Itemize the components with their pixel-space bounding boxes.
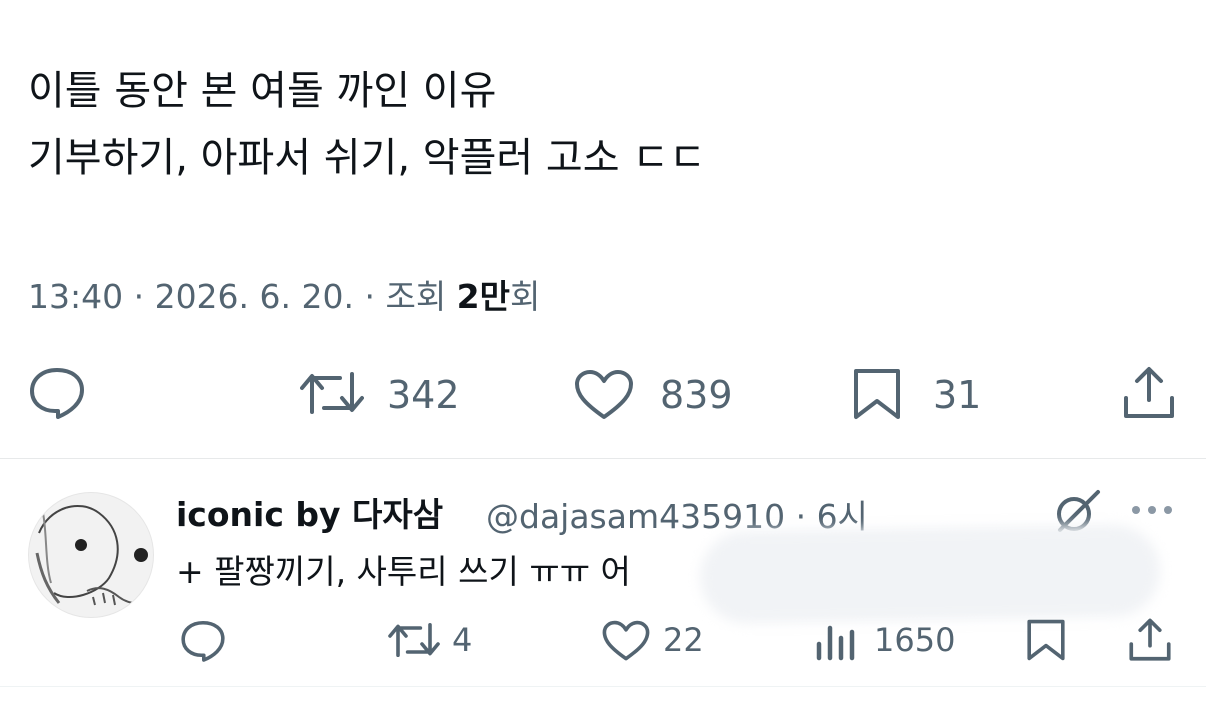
tweet-timestamp[interactable]: 13:40 · 2026. 6. 20. · 조회 xyxy=(28,277,457,316)
like-icon[interactable] xyxy=(602,620,650,662)
redaction-blur xyxy=(699,523,1161,625)
views-icon[interactable] xyxy=(815,620,857,662)
bookmark-count[interactable]: 31 xyxy=(933,376,981,414)
like-count[interactable]: 839 xyxy=(660,376,733,414)
retweet-icon[interactable] xyxy=(300,368,364,418)
tweet-text-line-2: 기부하기, 아파서 쉬기, 악플러 고소 ㄷㄷ xyxy=(28,135,706,181)
tweet-meta: 13:40 · 2026. 6. 20. · 조회 2만회 xyxy=(28,270,540,318)
retweet-icon[interactable] xyxy=(388,620,440,660)
share-icon[interactable] xyxy=(1128,618,1172,662)
bookmark-icon[interactable] xyxy=(1026,618,1066,662)
reply-retweet-count[interactable]: 4 xyxy=(452,624,472,656)
divider xyxy=(0,458,1206,459)
reply-icon[interactable] xyxy=(28,366,86,420)
more-icon[interactable] xyxy=(1130,500,1174,520)
tweet-text-line-1: 이틀 동안 본 여돌 까인 이유 xyxy=(28,68,497,114)
divider xyxy=(0,686,1206,687)
retweet-count[interactable]: 342 xyxy=(387,376,460,414)
reply-text: + 팔짱끼기, 사투리 쓰기 ㅠㅠ 어 xyxy=(176,552,631,591)
avatar[interactable] xyxy=(28,492,154,618)
like-icon[interactable] xyxy=(574,369,634,421)
reply-display-name[interactable]: iconic by 다자삼 xyxy=(176,488,443,536)
bookmark-icon[interactable] xyxy=(852,367,902,421)
reply-icon[interactable] xyxy=(180,619,226,663)
view-count-suffix: 회 xyxy=(510,277,541,316)
reply-view-count[interactable]: 1650 xyxy=(874,624,955,656)
reply-like-count[interactable]: 22 xyxy=(663,624,704,656)
share-icon[interactable] xyxy=(1122,366,1176,420)
view-count: 2만 xyxy=(456,277,510,316)
